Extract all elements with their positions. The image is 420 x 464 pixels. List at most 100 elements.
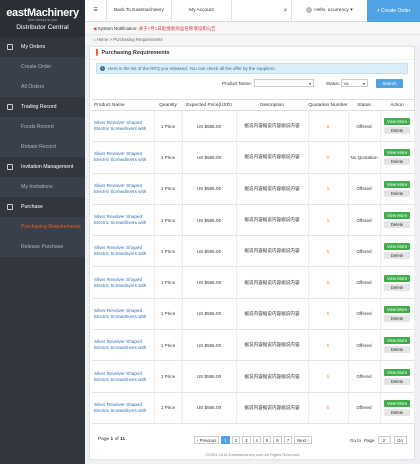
page-title: ▌ Purchasing Requirements [90,47,414,60]
sidebar-item-my-orders[interactable]: My Orders [0,37,85,57]
product-name-link[interactable]: Silver Revolver Shaped Electric Screwdri… [92,141,155,174]
product-name-link[interactable]: Silver Revolver Shaped Electric Screwdri… [92,392,155,424]
product-name-link[interactable]: Silver Revolver Shaped Electric Screwdri… [92,298,155,331]
product-name-select[interactable]: ▾ [254,79,314,87]
pagination: Page 1 of 11 ‹ Previous 1 2 3 4 5 6 7 Next › Go … [90,434,416,448]
description-cell: 据说内容据说内容据说内容 [236,392,309,424]
delete-button[interactable]: Delete [384,377,410,385]
status-cell: Offered [348,173,381,205]
title-bar-icon: ▌ [96,50,100,56]
view-more-button[interactable]: View More [384,118,410,126]
quantity-cell: 1 Price [154,392,183,424]
page-title-text: Purchasing Requirements [101,50,170,56]
delete-button[interactable]: Delete [384,252,410,260]
menu-toggle-button[interactable]: ☰ [85,0,107,22]
description-cell: 据说内容据说内容据说内容 [236,329,309,362]
column-header: Quotation Number [308,99,348,111]
column-header: Action [380,99,414,111]
view-more-button[interactable]: View More [384,180,410,188]
view-more-button[interactable]: View More [384,243,410,251]
quantity-cell: 1 Price [154,110,183,143]
page-4-button[interactable]: 4 [252,436,261,444]
delete-button[interactable]: Delete [384,408,410,416]
page-5-button[interactable]: 5 [262,436,272,444]
table-row: Silver Revolver Shaped Electric Screwdri… [92,204,415,237]
sidebar-item-purchase[interactable]: Purchase [0,197,85,217]
quotation-number-cell[interactable]: 0 [308,141,349,174]
action-cell: View More Delete [380,266,415,299]
sidebar-item-purchasing-requirements[interactable]: Purchasing Requirements [0,217,85,237]
product-name-link[interactable]: Silver Revolver Shaped Electric Screwdri… [92,360,155,393]
sidebar-item-label: Trading Record [21,104,57,110]
search-button[interactable]: ⌕ [232,0,292,22]
create-order-button[interactable]: + Create Order [367,0,420,22]
quotation-number-cell[interactable]: 5 [308,266,349,299]
view-more-button[interactable]: View More [384,337,410,345]
sidebar-item-release-purchase[interactable]: Release Purchase [0,237,85,257]
quotation-number-cell[interactable]: 5 [308,235,349,268]
sidebar-item-label: Purchasing Requirements [21,224,81,230]
user-menu[interactable]: Hello, ecurrency ▾ [292,0,367,22]
description-cell: 据说内容据说内容据说内容 [236,141,309,174]
breadcrumb-home[interactable]: Home [97,37,108,42]
view-more-button[interactable]: View More [384,274,410,282]
sidebar-item-my-invitations[interactable]: My Invitations [0,177,85,197]
quotation-number-cell[interactable]: 5 [308,298,349,331]
quotation-number-cell[interactable]: 5 [308,173,349,205]
table-row: Silver Revolver Shaped Electric Screwdri… [92,298,415,331]
delete-button[interactable]: Delete [384,158,410,166]
page-buttons: ‹ Previous 1 2 3 4 5 6 7 Next › [194,436,312,444]
my-account-link[interactable]: My Account [172,0,232,22]
view-more-button[interactable]: View More [384,399,410,407]
expected-price-cell: US $555.00 [182,266,237,299]
delete-button[interactable]: Delete [384,283,410,291]
goto-page-input[interactable]: 2 [377,436,391,444]
status-label: Status: [326,81,341,86]
notification-link[interactable]: 关于7月1日起搜索商品名称增设和公告 [139,26,216,31]
sidebar-item-rebate-record[interactable]: Rebate Record [0,137,85,157]
page-1-button[interactable]: 1 [221,436,230,444]
product-name-link[interactable]: Silver Revolver Shaped Electric Screwdri… [92,204,155,237]
go-button[interactable]: Go [393,436,407,444]
product-name-link[interactable]: Silver Revolver Shaped Electric Screwdri… [92,266,155,299]
action-cell: View More Delete [380,141,415,174]
product-name-link[interactable]: Silver Revolver Shaped Electric Screwdri… [92,110,155,143]
sidebar-item-all-orders[interactable]: All Orders [0,77,85,97]
status-select-value: All [344,81,349,86]
quotation-number-cell[interactable]: 5 [308,392,349,424]
search-button[interactable]: Search [376,79,403,88]
next-page-button[interactable]: Next › [294,436,312,444]
view-more-button[interactable]: View More [384,305,410,313]
quotation-number-cell[interactable]: 5 [308,360,349,393]
product-name-link[interactable]: Silver Revolver Shaped Electric Screwdri… [92,235,155,268]
sidebar-item-create-order[interactable]: Create Order [0,57,85,77]
sidebar-item-invitation-management[interactable]: Invitation Management [0,157,85,177]
product-name-link[interactable]: Silver Revolver Shaped Electric Screwdri… [92,329,155,362]
quotation-number-cell[interactable]: 5 [308,204,349,237]
delete-button[interactable]: Delete [384,127,410,135]
delete-button[interactable]: Delete [384,221,410,229]
delete-button[interactable]: Delete [384,314,410,322]
sidebar-item-label: Release Purchase [21,244,64,250]
menu-section-icon [7,104,13,110]
back-link[interactable]: Back To Eastmachinery [107,0,172,22]
brand-logo[interactable]: eastMachinery from factory to you Distri… [0,0,85,37]
view-more-button[interactable]: View More [384,212,410,220]
status-cell: Offered [348,329,381,362]
delete-button[interactable]: Delete [384,189,410,197]
sidebar-item-funds-record[interactable]: Funds Record [0,117,85,137]
page-7-button[interactable]: 7 [283,436,293,444]
prev-page-button[interactable]: ‹ Previous [194,436,220,444]
quotation-number-cell[interactable]: 5 [308,329,349,362]
page-2-button[interactable]: 2 [231,436,241,444]
quotation-number-cell[interactable]: 5 [308,110,349,143]
sidebar-item-trading-record[interactable]: Trading Record [0,97,85,117]
view-more-button[interactable]: View More [384,149,410,157]
status-select[interactable]: All ▾ [341,79,368,87]
view-more-button[interactable]: View More [384,368,410,376]
product-name-link[interactable]: Silver Revolver Shaped Electric Screwdri… [92,173,155,205]
page-6-button[interactable]: 6 [273,436,282,444]
page-3-button[interactable]: 3 [242,436,251,444]
menu-section-icon [7,44,13,50]
delete-button[interactable]: Delete [384,346,410,354]
